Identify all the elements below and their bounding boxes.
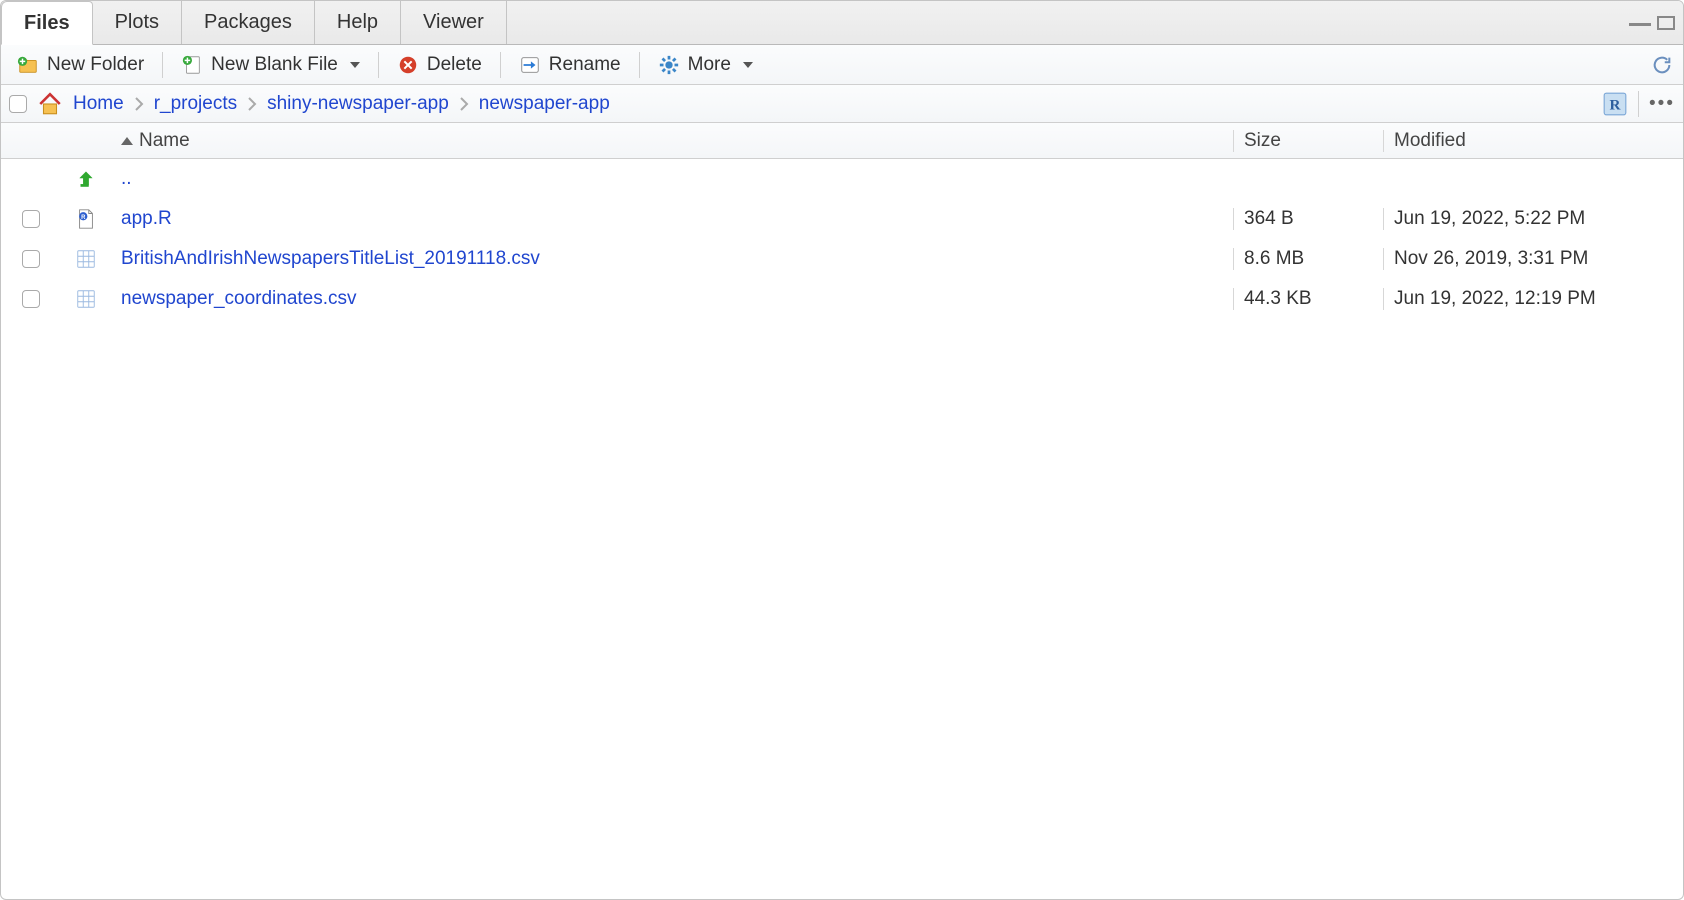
separator: [378, 52, 379, 78]
r-project-icon[interactable]: R: [1602, 91, 1628, 117]
tab-viewer[interactable]: Viewer: [401, 1, 507, 44]
new-blank-file-button[interactable]: New Blank File: [173, 52, 368, 78]
column-modified-label: Modified: [1394, 130, 1466, 151]
file-row: R app.R 364 B Jun 19, 2022, 5:22 PM: [1, 199, 1683, 239]
r-file-icon: R: [75, 208, 97, 230]
file-size: 8.6 MB: [1233, 248, 1383, 270]
column-name-label: Name: [139, 130, 190, 152]
crumb-r-projects[interactable]: r_projects: [154, 93, 237, 115]
rename-icon: [519, 54, 541, 76]
column-size-label: Size: [1244, 130, 1281, 151]
chevron-right-icon: [134, 97, 144, 111]
delete-button[interactable]: Delete: [389, 52, 490, 78]
chevron-down-icon: [350, 62, 360, 68]
files-toolbar: New Folder New Blank File Delete: [1, 45, 1683, 85]
minimize-icon[interactable]: [1629, 20, 1651, 26]
file-name[interactable]: app.R: [121, 208, 172, 230]
refresh-icon: [1651, 54, 1673, 76]
parent-dir-row[interactable]: ..: [1, 159, 1683, 199]
file-modified: Jun 19, 2022, 12:19 PM: [1383, 288, 1683, 310]
crumb-home[interactable]: Home: [73, 93, 124, 115]
file-name[interactable]: newspaper_coordinates.csv: [121, 288, 357, 310]
delete-label: Delete: [427, 54, 482, 76]
crumb-newspaper-app[interactable]: newspaper-app: [479, 93, 610, 115]
tab-plots[interactable]: Plots: [93, 1, 182, 44]
refresh-button[interactable]: [1649, 52, 1675, 78]
file-list-header: Name Size Modified: [1, 123, 1683, 159]
separator: [162, 52, 163, 78]
file-modified: Nov 26, 2019, 3:31 PM: [1383, 248, 1683, 270]
file-row: newspaper_coordinates.csv 44.3 KB Jun 19…: [1, 279, 1683, 319]
tab-help[interactable]: Help: [315, 1, 401, 44]
csv-file-icon: [75, 248, 97, 270]
svg-text:R: R: [81, 215, 86, 221]
svg-text:R: R: [1610, 96, 1622, 113]
file-name[interactable]: BritishAndIrishNewspapersTitleList_20191…: [121, 248, 540, 270]
home-icon[interactable]: [37, 91, 63, 117]
new-folder-button[interactable]: New Folder: [9, 52, 152, 78]
file-modified: Jun 19, 2022, 5:22 PM: [1383, 208, 1683, 230]
overflow-menu-icon[interactable]: •••: [1649, 93, 1675, 115]
more-button[interactable]: More: [650, 52, 761, 78]
select-all-checkbox[interactable]: [9, 95, 27, 113]
up-arrow-icon: [75, 168, 97, 190]
crumb-shiny-newspaper-app[interactable]: shiny-newspaper-app: [267, 93, 449, 115]
column-size[interactable]: Size: [1233, 130, 1383, 152]
new-blank-file-label: New Blank File: [211, 54, 338, 76]
pane-window-controls: [1629, 1, 1683, 44]
sort-ascending-icon: [121, 137, 133, 145]
breadcrumb: Home r_projects shiny-newspaper-app news…: [1, 85, 1683, 123]
chevron-right-icon: [459, 97, 469, 111]
file-list: .. R app.R 364 B Jun 19, 2022, 5:22 PM: [1, 159, 1683, 899]
tab-bar: Files Plots Packages Help Viewer: [1, 1, 1683, 45]
tab-files[interactable]: Files: [1, 1, 93, 45]
more-label: More: [688, 54, 731, 76]
new-folder-icon: [17, 54, 39, 76]
rename-button[interactable]: Rename: [511, 52, 629, 78]
file-size: 364 B: [1233, 208, 1383, 230]
row-checkbox[interactable]: [22, 290, 40, 308]
column-name[interactable]: Name: [111, 130, 1233, 152]
separator: [639, 52, 640, 78]
column-modified[interactable]: Modified: [1383, 130, 1683, 152]
gear-icon: [658, 54, 680, 76]
row-checkbox[interactable]: [22, 250, 40, 268]
file-row: BritishAndIrishNewspapersTitleList_20191…: [1, 239, 1683, 279]
separator: [500, 52, 501, 78]
parent-dir-label[interactable]: ..: [121, 168, 132, 190]
rename-label: Rename: [549, 54, 621, 76]
tab-packages[interactable]: Packages: [182, 1, 315, 44]
chevron-down-icon: [743, 62, 753, 68]
csv-file-icon: [75, 288, 97, 310]
new-folder-label: New Folder: [47, 54, 144, 76]
chevron-right-icon: [247, 97, 257, 111]
file-size: 44.3 KB: [1233, 288, 1383, 310]
maximize-icon[interactable]: [1657, 16, 1675, 30]
row-checkbox[interactable]: [22, 210, 40, 228]
delete-icon: [397, 54, 419, 76]
new-file-icon: [181, 54, 203, 76]
files-pane: Files Plots Packages Help Viewer New Fol…: [0, 0, 1684, 900]
